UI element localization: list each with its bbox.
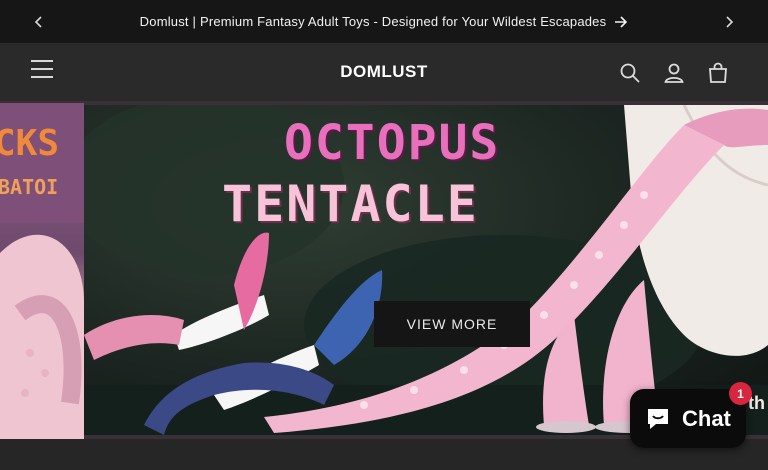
previous-slide-text-2: BATOI [0,175,59,199]
announcement-bar: Domlust | Premium Fantasy Adult Toys - D… [0,0,768,44]
previous-slide[interactable]: CKS BATOI [0,103,84,439]
user-icon[interactable] [662,61,686,85]
banner-title-line1: OCTOPUS [284,115,501,171]
arrow-right-icon [615,15,628,28]
previous-slide-text-1: CKS [0,123,60,164]
announcement-link[interactable]: Domlust | Premium Fantasy Adult Toys - D… [140,14,629,29]
banner-title-line2: TENTACLE [222,175,479,233]
cart-icon[interactable] [706,61,730,85]
hamburger-menu-icon[interactable] [31,60,53,82]
site-logo[interactable]: DOMLUST [338,57,430,87]
announcement-prev-button[interactable] [29,12,49,32]
view-more-button[interactable]: VIEW MORE [374,301,530,347]
logo-text: DOMLUST [340,62,428,81]
chevron-right-icon [726,16,734,28]
chevron-left-icon [34,16,42,28]
search-icon[interactable] [618,61,642,85]
active-slide[interactable]: OCTOPUS TENTACLE VIEW MORE th [84,105,768,435]
chat-bubble-icon [648,408,668,429]
announcement-next-button[interactable] [719,12,739,32]
chat-widget-button[interactable]: Chat [630,389,746,448]
announcement-text: Domlust | Premium Fantasy Adult Toys - D… [139,14,607,29]
site-header: DOMLUST [0,45,768,101]
chat-label: Chat [682,405,731,431]
chat-notification-badge: 1 [729,382,752,405]
